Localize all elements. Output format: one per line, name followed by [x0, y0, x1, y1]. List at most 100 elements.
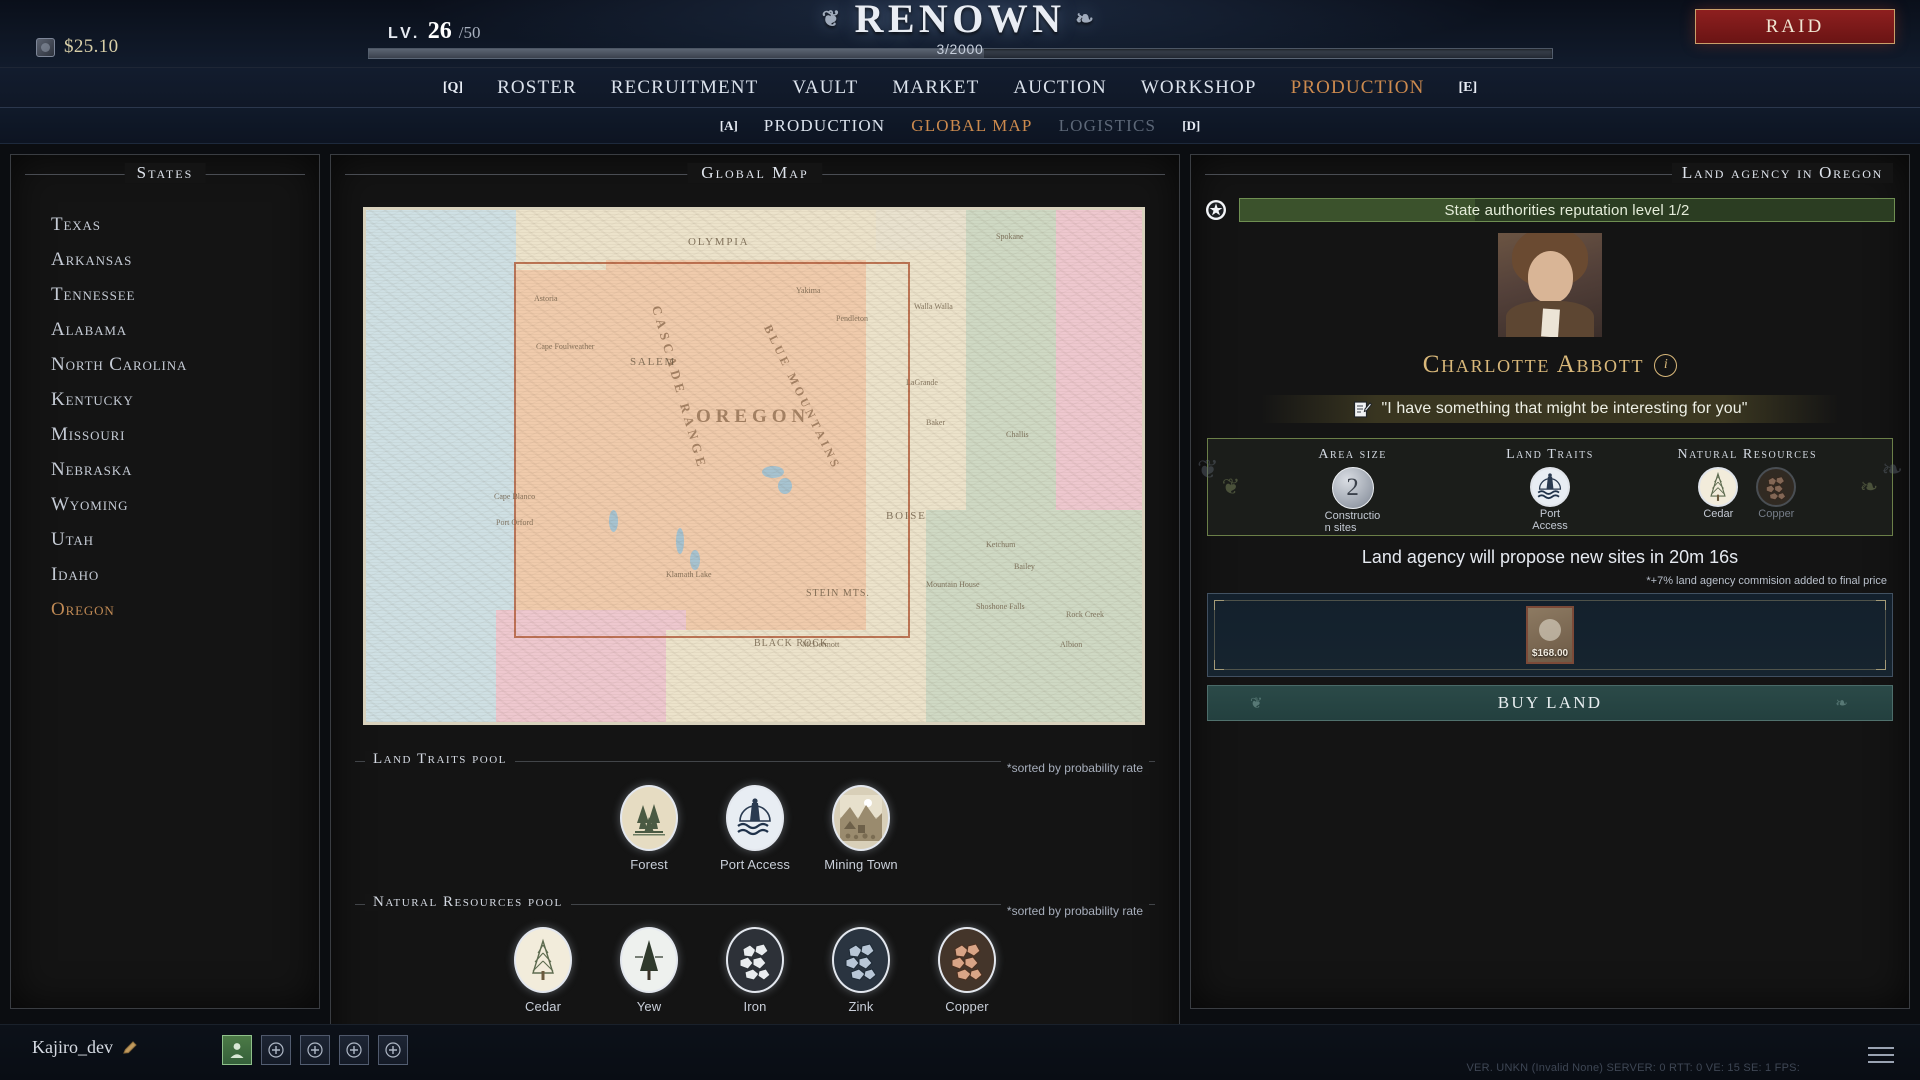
character-quote-row: "I have something that might be interest…: [1261, 395, 1839, 423]
zinc-ore-icon: [832, 927, 890, 993]
map-region-puget: [516, 210, 606, 270]
sheriff-star-icon[interactable]: [1205, 199, 1227, 221]
proposal-timer-text: Land agency will propose new sites in 20…: [1361, 547, 1739, 567]
hamburger-menu-icon[interactable]: [1868, 1047, 1894, 1068]
land-offer-box[interactable]: $168.00: [1207, 593, 1893, 677]
port-access-icon: [726, 785, 784, 851]
avatar-collar: [1541, 308, 1560, 337]
pool-item-yew[interactable]: Yew: [609, 927, 689, 1014]
map-label-port-orford: Port Orford: [496, 518, 534, 527]
pool-label-cedar: Cedar: [524, 999, 562, 1014]
subnav-item-global-map[interactable]: GLOBAL MAP: [911, 116, 1032, 136]
party-slot-5[interactable]: [378, 1035, 408, 1065]
flourish-right-icon: ❧: [1075, 6, 1099, 32]
state-item-utah[interactable]: Utah: [51, 522, 319, 557]
states-panel: States Texas Arkansas Tennessee Alabama …: [10, 154, 320, 1009]
map-label-rock-creek: Rock Creek: [1066, 610, 1104, 619]
sheriff-star-glyph: [1206, 200, 1226, 220]
cedar-tree-icon: [514, 927, 572, 993]
map-label-salem: SALEM: [630, 356, 677, 368]
nav-item-roster[interactable]: ROSTER: [497, 77, 577, 99]
pencil-icon[interactable]: [122, 1040, 138, 1056]
map-state-name-label: OREGON: [696, 406, 811, 427]
money-value: $25.10: [64, 36, 119, 57]
map-title-wrap: Global Map: [331, 163, 1179, 193]
party-slot-3[interactable]: [300, 1035, 330, 1065]
main-stage: States Texas Arkansas Tennessee Alabama …: [0, 144, 1920, 1080]
reputation-bar-fill: [1240, 199, 1476, 221]
user-row: Kajiro_dev: [32, 1037, 138, 1058]
buy-ornament-right-icon: ❧: [1835, 695, 1850, 712]
pool-item-zink[interactable]: Zink: [821, 927, 901, 1014]
state-item-nebraska[interactable]: Nebraska: [51, 452, 319, 487]
nav-item-market[interactable]: MARKET: [892, 77, 979, 99]
info-icon[interactable]: i: [1654, 353, 1678, 377]
state-item-idaho[interactable]: Idaho: [51, 557, 319, 592]
corner-tl-icon: [1214, 600, 1224, 610]
state-item-north-carolina[interactable]: North Carolina: [51, 347, 319, 382]
map-lake-5: [778, 478, 792, 494]
corner-br-icon: [1876, 660, 1886, 670]
state-item-arkansas[interactable]: Arkansas: [51, 242, 319, 277]
state-item-alabama[interactable]: Alabama: [51, 312, 319, 347]
map-label-pendleton: Pendleton: [836, 314, 868, 323]
land-traits-column: Land Traits Port Access: [1451, 439, 1648, 535]
map-label-cape-foulweather: Cape Foulweather: [536, 342, 595, 351]
buy-ornament-left-icon: ❦: [1250, 695, 1265, 712]
main-navigation-items: [Q] ROSTER RECRUITMENT VAULT MARKET AUCT…: [443, 77, 1477, 99]
reputation-row: State authorities reputation level 1/2: [1205, 197, 1895, 223]
card-item-cedar[interactable]: Cedar: [1698, 467, 1739, 521]
nav-item-recruitment[interactable]: RECRUITMENT: [611, 77, 759, 99]
buy-land-button[interactable]: ❦ BUY LAND ❧: [1207, 685, 1893, 721]
pool-item-copper[interactable]: Copper: [927, 927, 1007, 1014]
natural-resources-pool-header: Natural Resources pool *sorted by probab…: [355, 894, 1155, 918]
nav-item-workshop[interactable]: WORKSHOP: [1141, 77, 1257, 99]
state-item-kentucky[interactable]: Kentucky: [51, 382, 319, 417]
note-pencil-glyph: [1353, 400, 1372, 418]
pool-item-cedar[interactable]: Cedar: [503, 927, 583, 1014]
pool-label-forest: Forest: [630, 857, 668, 872]
global-map-panel: Global Map OREGON CASCADE RANGE BLUE MOU…: [330, 154, 1180, 1080]
card-item-port-access[interactable]: Port Access: [1522, 467, 1578, 532]
party-slot-4[interactable]: [339, 1035, 369, 1065]
map-label-spokane: Spokane: [996, 232, 1024, 241]
subnav-item-logistics[interactable]: LOGISTICS: [1059, 116, 1157, 136]
avatar[interactable]: [1498, 233, 1602, 337]
party-slot-2[interactable]: [261, 1035, 291, 1065]
area-size-sublabel: Constructio n sites: [1324, 510, 1381, 534]
pool-item-iron[interactable]: Iron: [715, 927, 795, 1014]
subnav-item-production[interactable]: PRODUCTION: [764, 116, 885, 136]
map-label-ketchum: Ketchum: [986, 540, 1016, 549]
pool-item-mining-town[interactable]: Mining Town: [821, 785, 901, 872]
map-lake-2: [676, 528, 684, 554]
level-current: 26: [427, 18, 452, 44]
pool-label-mining-town: Mining Town: [824, 857, 898, 872]
pool-item-forest[interactable]: Forest: [609, 785, 689, 872]
server-debug-text: VER. UNKN (Invalid None) SERVER: 0 RTT: …: [1466, 1062, 1800, 1074]
state-item-texas[interactable]: Texas: [51, 207, 319, 242]
state-item-missouri[interactable]: Missouri: [51, 417, 319, 452]
subnav-key-d: [D]: [1182, 117, 1201, 133]
nav-item-vault[interactable]: VAULT: [792, 77, 858, 99]
coin-pouch-icon: [36, 37, 55, 57]
antique-map-image[interactable]: OREGON CASCADE RANGE BLUE MOUNTAINS OLYM…: [363, 207, 1145, 725]
money-display: $25.10: [36, 36, 119, 58]
raid-button[interactable]: RAID: [1695, 9, 1895, 44]
main-navigation: [Q] ROSTER RECRUITMENT VAULT MARKET AUCT…: [0, 68, 1920, 108]
bottom-bar: Kajiro_dev VER. UNKN (Invalid None) SERV…: [0, 1024, 1920, 1080]
map-label-baker: Baker: [926, 418, 946, 427]
pool-item-port-access[interactable]: Port Access: [715, 785, 795, 872]
state-item-oregon[interactable]: Oregon: [51, 592, 319, 627]
reputation-bar[interactable]: State authorities reputation level 1/2: [1239, 198, 1895, 222]
card-item-copper[interactable]: Copper: [1756, 467, 1797, 521]
plus-icon: [346, 1042, 362, 1058]
natural-resources-heading: Natural Resources: [1677, 447, 1818, 462]
nav-item-production[interactable]: PRODUCTION: [1291, 77, 1425, 99]
price-card[interactable]: $168.00: [1526, 606, 1574, 664]
cedar-glyph: [1710, 471, 1727, 501]
state-item-tennessee[interactable]: Tennessee: [51, 277, 319, 312]
map-panel-title: Global Map: [687, 163, 823, 183]
nav-item-auction[interactable]: AUCTION: [1013, 77, 1106, 99]
state-item-wyoming[interactable]: Wyoming: [51, 487, 319, 522]
party-slot-avatar[interactable]: [222, 1035, 252, 1065]
